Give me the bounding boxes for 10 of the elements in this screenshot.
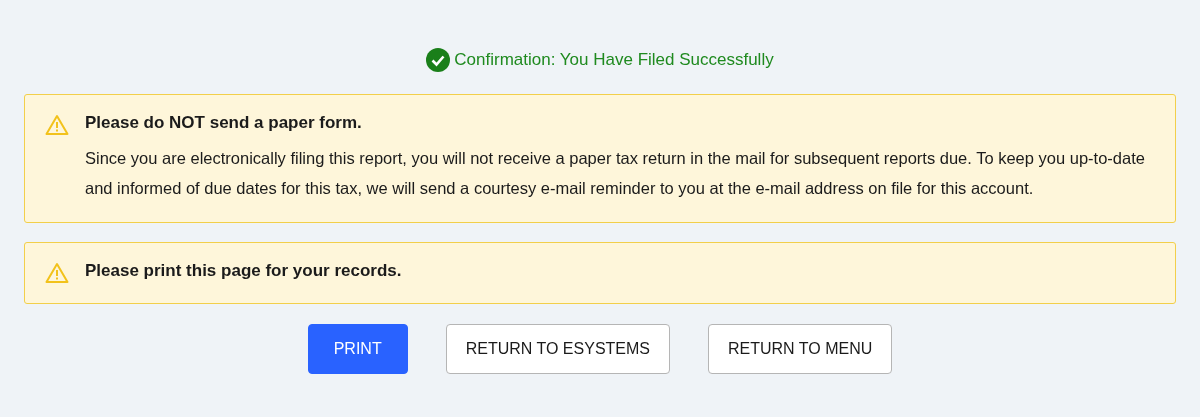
warning-icon — [45, 114, 69, 136]
check-circle-icon — [426, 48, 451, 72]
alert-body: Since you are electronically filing this report, you will not receive a paper tax return in the mail for subsequent reports due. To keep you up-to-date and informed of due dates for this tax, we will send a courtesy e-mail reminder to you at the e-mail address on file for this account. — [85, 148, 1146, 199]
confirmation-message: Confirmation: You Have Filed Successfully — [454, 50, 774, 70]
return-button[interactable]: RETURN TO ESYSTEMS — [445, 324, 670, 374]
return-button[interactable]: RETURN TO MENU — [708, 324, 893, 374]
print-button[interactable]: PRINT — [307, 324, 408, 374]
warning-icon — [45, 262, 69, 284]
alert-title: Please print this page for your records. — [85, 261, 402, 281]
alert-title: Please do NOT send a paper form. — [85, 113, 363, 133]
